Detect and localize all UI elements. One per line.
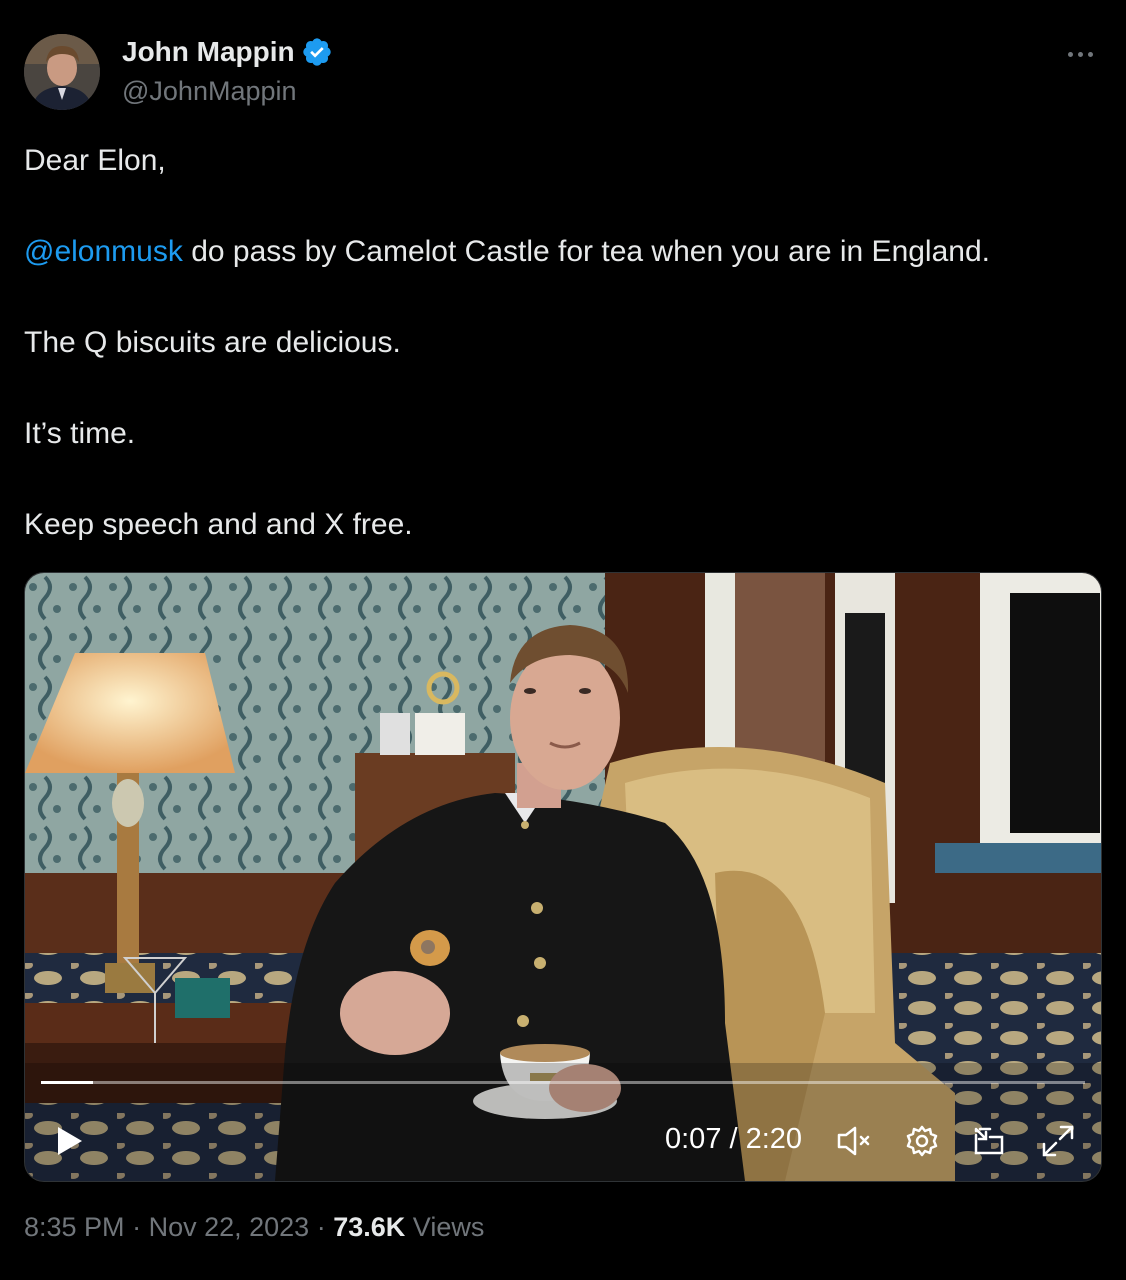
tweet-time[interactable]: 8:35 PM xyxy=(24,1212,125,1242)
video-controls: 0:07 / 2:20 xyxy=(25,1113,1101,1165)
tweet-header: John Mappin @JohnMappin xyxy=(24,34,1102,112)
video-time-display: 0:07 / 2:20 xyxy=(665,1123,803,1155)
mention-link[interactable]: @elonmusk xyxy=(24,235,183,268)
tweet-line-greeting: Dear Elon, xyxy=(24,144,166,177)
video-frame xyxy=(25,573,1101,1181)
more-options-icon[interactable] xyxy=(1060,38,1100,70)
verified-badge-icon xyxy=(301,36,333,68)
muted-speaker-icon[interactable] xyxy=(835,1123,873,1159)
views-count: 73.6K xyxy=(333,1212,406,1242)
meta-separator: · xyxy=(132,1212,149,1242)
tweet-date[interactable]: Nov 22, 2023 xyxy=(149,1212,310,1242)
author-name-row: John Mappin xyxy=(122,36,333,68)
views-label: Views xyxy=(412,1212,485,1242)
tweet-line-biscuits: The Q biscuits are delicious. xyxy=(24,326,401,359)
meta-separator: · xyxy=(316,1212,334,1242)
author-handle[interactable]: @JohnMappin xyxy=(122,76,297,107)
tweet-meta: 8:35 PM · Nov 22, 2023 · 73.6K Views xyxy=(24,1212,484,1243)
video-player[interactable]: 0:07 / 2:20 xyxy=(24,572,1102,1182)
picture-in-picture-icon[interactable] xyxy=(971,1123,1009,1159)
tweet-line-free-speech: Keep speech and and X free. xyxy=(24,508,413,541)
tweet-text: Dear Elon, @elonmusk do pass by Camelot … xyxy=(24,139,1104,547)
author-name[interactable]: John Mappin xyxy=(122,36,295,68)
author-avatar[interactable] xyxy=(24,34,100,110)
fullscreen-icon[interactable] xyxy=(1039,1123,1077,1159)
play-icon[interactable] xyxy=(53,1125,85,1157)
video-progress-fill xyxy=(41,1081,94,1084)
settings-gear-icon[interactable] xyxy=(903,1123,941,1159)
tweet-line-time: It’s time. xyxy=(24,417,136,450)
tweet-line-invitation: @elonmusk do pass by Camelot Castle for … xyxy=(24,230,1104,274)
video-progress-track[interactable] xyxy=(41,1081,1085,1084)
tweet-line-invitation-text: do pass by Camelot Castle for tea when y… xyxy=(182,235,990,268)
